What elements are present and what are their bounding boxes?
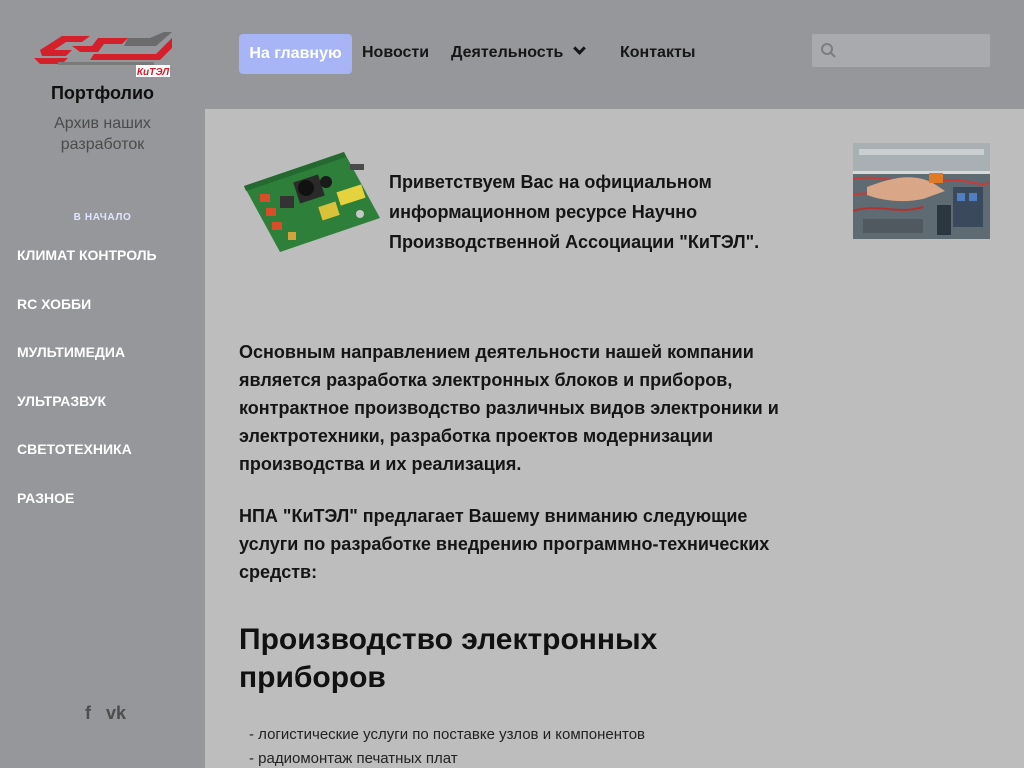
list-item: - логистические услуги по поставке узлов…: [249, 726, 646, 743]
search-input[interactable]: [812, 34, 990, 67]
services-paragraph: НПА "КиТЭЛ" предлагает Вашему вниманию с…: [239, 506, 770, 582]
site-subtitle: Архив наших разработок: [54, 115, 151, 153]
welcome-text: Приветствуем Вас на официальном информац…: [389, 172, 760, 252]
section-heading: Производство электронных приборов: [239, 623, 658, 694]
sidebar-item-ultrasound[interactable]: УЛЬТРАЗВУК: [17, 393, 106, 409]
nav-activity-label: Деятельность: [451, 44, 564, 61]
list-item: - радиомонтаж печатных плат: [249, 750, 458, 767]
nav-start-link[interactable]: В НАЧАЛО: [0, 212, 205, 223]
nav-news-link[interactable]: Новости: [362, 44, 429, 62]
site-title[interactable]: Портфолио: [0, 83, 205, 104]
kitel-logo[interactable]: КиТЭЛ: [32, 32, 172, 78]
nav-activity-dropdown[interactable]: Деятельность: [451, 42, 587, 62]
search-icon: [821, 43, 836, 58]
sidebar-item-rc-hobby[interactable]: RC ХОББИ: [17, 296, 91, 312]
sidebar: КиТЭЛ Портфолио Архив наших разработок В…: [0, 0, 205, 768]
intro-paragraph: Основным направлением деятельности нашей…: [239, 342, 779, 474]
vk-icon[interactable]: vk: [106, 703, 126, 724]
sidebar-item-climate-control[interactable]: КЛИМАТ КОНТРОЛЬ: [17, 247, 157, 263]
circuit-board-image: [244, 152, 380, 252]
sidebar-item-multimedia[interactable]: МУЛЬТИМЕДИА: [17, 344, 125, 360]
sidebar-item-misc[interactable]: РАЗНОЕ: [17, 490, 74, 506]
facebook-icon[interactable]: f: [85, 703, 91, 724]
nav-contacts-link[interactable]: Контакты: [620, 44, 695, 62]
electrician-photo: [853, 143, 990, 239]
sidebar-item-lighting[interactable]: СВЕТОТЕХНИКА: [17, 441, 132, 457]
nav-home-button[interactable]: На главную: [239, 34, 352, 74]
logo-text: КиТЭЛ: [137, 67, 170, 78]
top-navigation: На главную Новости Деятельность Контакты: [205, 0, 1024, 109]
chevron-down-icon: [573, 42, 587, 55]
